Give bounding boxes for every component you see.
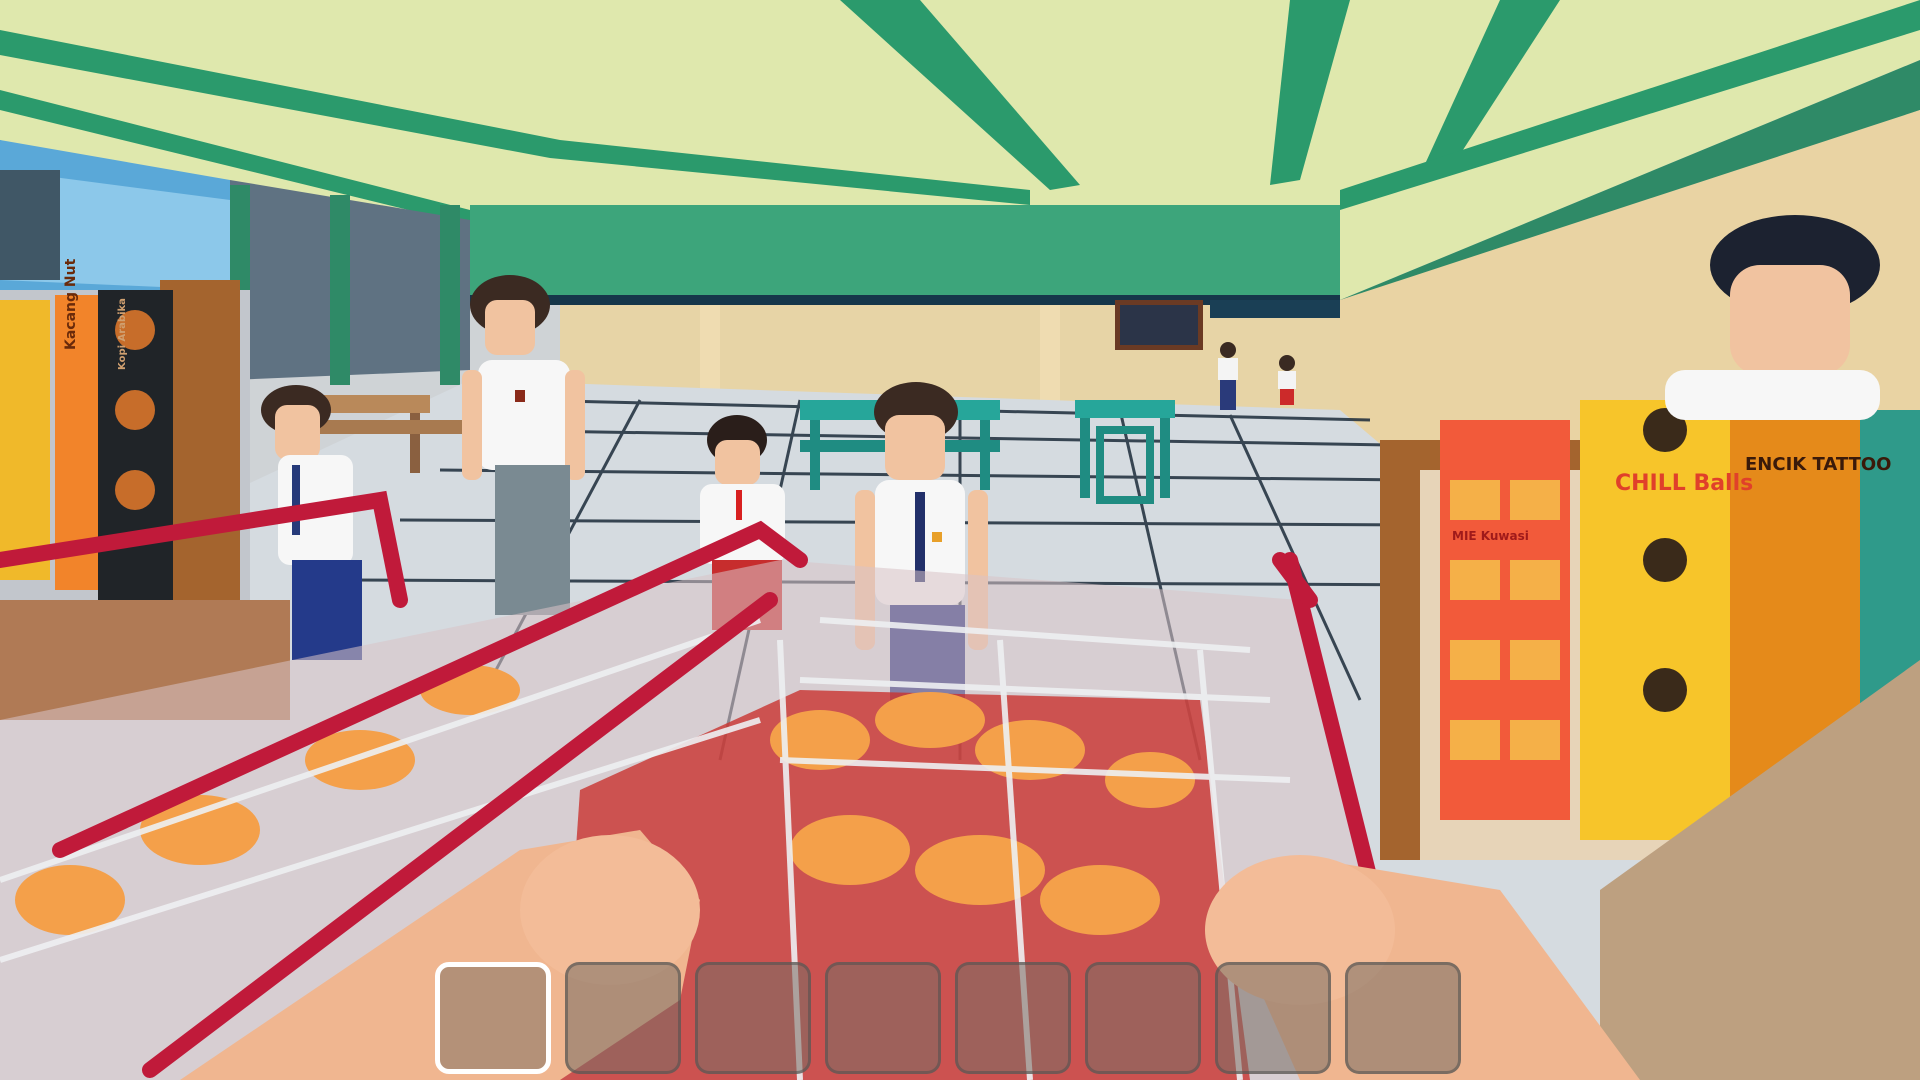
- svg-text:MIE Kuwasi: MIE Kuwasi: [1452, 529, 1529, 543]
- game-viewport: Kacang Nut Kopi Arabika CHILL Balls ENCI…: [0, 0, 1920, 1080]
- svg-text:Kacang Nut: Kacang Nut: [63, 258, 79, 350]
- svg-text:CHILL Balls: CHILL Balls: [1615, 471, 1753, 496]
- npc-student-far-1[interactable]: [1218, 342, 1238, 410]
- hotbar-slot-8[interactable]: [1345, 962, 1461, 1074]
- npc-student-far-2[interactable]: [1278, 355, 1296, 405]
- hotbar-slot-7[interactable]: [1215, 962, 1331, 1074]
- hotbar-slot-3[interactable]: [695, 962, 811, 1074]
- hotbar-slot-2[interactable]: [565, 962, 681, 1074]
- svg-text:Kopi Arabika: Kopi Arabika: [117, 298, 128, 370]
- hotbar-slot-4[interactable]: [825, 962, 941, 1074]
- hotbar-slot-6[interactable]: [1085, 962, 1201, 1074]
- inventory-hotbar: [435, 962, 1461, 1078]
- hotbar-slot-1[interactable]: [435, 962, 551, 1074]
- left-product-shelf: Kacang Nut Kopi Arabika: [0, 258, 290, 720]
- hotbar-slot-5[interactable]: [955, 962, 1071, 1074]
- svg-text:ENCIK TATTOO: ENCIK TATTOO: [1745, 454, 1891, 475]
